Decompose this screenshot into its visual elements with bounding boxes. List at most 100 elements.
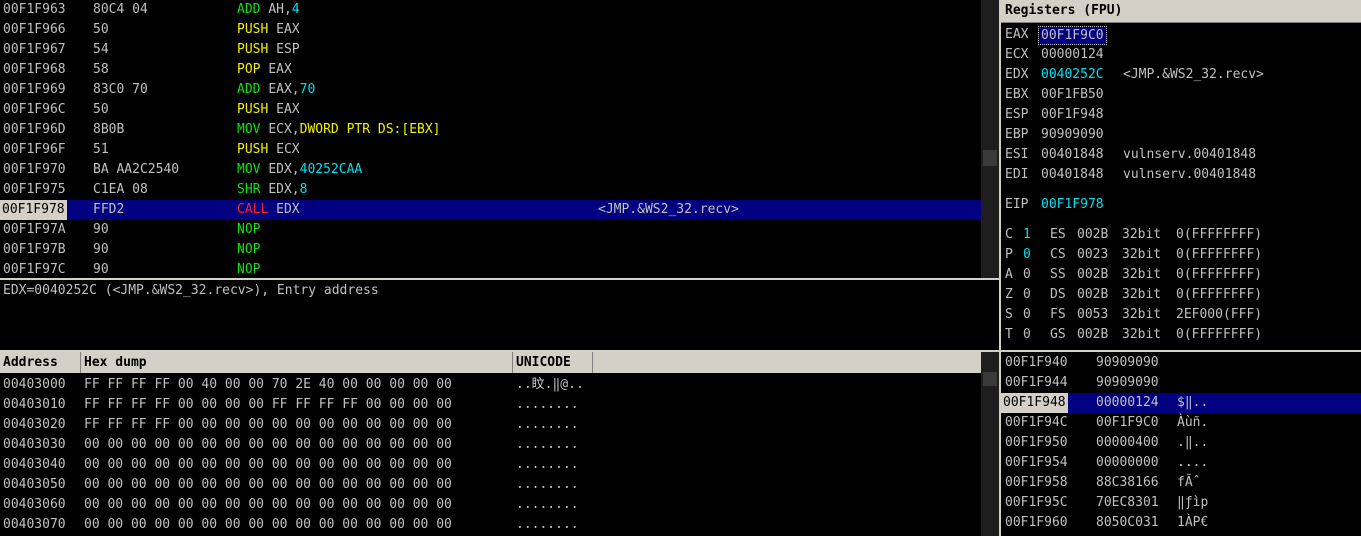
dump-row[interactable]: 00403040 00 00 00 00 00 00 00 00 00 00 00… bbox=[0, 455, 981, 475]
register-row-edx[interactable]: EDX 0040252C <JMP.&WS2_32.recv> bbox=[1005, 65, 1361, 85]
disasm-mnemonic: ADD bbox=[237, 82, 261, 97]
stack-row[interactable]: 00F1F958 88C38166 fÃˆ bbox=[1001, 473, 1361, 493]
dump-unicode: ........ bbox=[516, 397, 579, 412]
dump-row[interactable]: 00403000 FF FF FF FF 00 40 00 00 70 2E 40… bbox=[0, 375, 981, 395]
column-header-address[interactable]: Address bbox=[0, 352, 81, 373]
register-list[interactable]: EAX 00F1F9C0 ECX 00000124 EDX 0040252C <JMP.&W… bbox=[1001, 25, 1361, 345]
flag-row[interactable]: P 0 CS 0023 32bit 0(FFFFFFFF) bbox=[1005, 245, 1361, 265]
disassembly-scroll-thumb[interactable] bbox=[983, 150, 997, 166]
column-header-hex-dump[interactable]: Hex dump bbox=[81, 352, 513, 373]
dump-unicode: ........ bbox=[516, 517, 579, 532]
registers-title[interactable]: Registers (FPU) bbox=[1001, 0, 1361, 23]
stack-row[interactable]: 00F1F944 90909090 bbox=[1001, 373, 1361, 393]
flag-value[interactable]: 0 bbox=[1023, 285, 1031, 305]
dump-list[interactable]: 00403000 FF FF FF FF 00 40 00 00 70 2E 40… bbox=[0, 375, 981, 535]
stack-row[interactable]: 00F1F954 00000000.... bbox=[1001, 453, 1361, 473]
flag-row[interactable]: T 0 GS 002B 32bit 0(FFFFFFFF) bbox=[1005, 325, 1361, 345]
dump-row[interactable]: 00403070 00 00 00 00 00 00 00 00 00 00 00… bbox=[0, 515, 981, 535]
disasm-row[interactable]: 00F1F97C 90 NOP bbox=[0, 260, 981, 278]
flag-value[interactable]: 0 bbox=[1023, 265, 1031, 285]
register-value[interactable]: 0040252C bbox=[1041, 65, 1104, 85]
disasm-row[interactable]: 00F1F975 C1EA 08 SHR EDX,8 bbox=[0, 180, 981, 200]
disasm-row[interactable]: 00F1F968 58 POP EAX bbox=[0, 60, 981, 80]
dump-row[interactable]: 00403020 FF FF FF FF 00 00 00 00 00 00 00… bbox=[0, 415, 981, 435]
register-value[interactable]: 00401848 bbox=[1041, 145, 1104, 165]
register-value[interactable]: 90909090 bbox=[1041, 125, 1104, 145]
flag-value[interactable]: 0 bbox=[1023, 245, 1031, 265]
register-row-ebp[interactable]: EBP 90909090 bbox=[1005, 125, 1361, 145]
dump-scroll-thumb[interactable] bbox=[983, 372, 997, 386]
register-row-eax[interactable]: EAX 00F1F9C0 bbox=[1005, 25, 1361, 45]
dump-pane[interactable]: Address Hex dump UNICODE 00403000 FF FF F… bbox=[0, 352, 981, 536]
segment-selector[interactable]: 0053 bbox=[1077, 305, 1108, 325]
stack-row[interactable]: 00F1F95C 70EC8301 ‖ƒìp bbox=[1001, 493, 1361, 513]
register-value[interactable]: 00000124 bbox=[1041, 45, 1104, 65]
disassembly-pane[interactable]: 00F1F963 80C4 04 ADD AH,4 00F1F966 50 PUSH EA… bbox=[0, 0, 981, 278]
stack-row[interactable]: 00F1F94C 00F1F9C0 Àùñ. bbox=[1001, 413, 1361, 433]
segment-bits: 32bit bbox=[1122, 287, 1162, 302]
stack-row[interactable]: 00F1F950 00000400 .‖.. bbox=[1001, 433, 1361, 453]
dump-scrollbar[interactable] bbox=[981, 352, 999, 536]
segment-selector[interactable]: 002B bbox=[1077, 225, 1108, 245]
flag-row[interactable]: A 0 SS 002B 32bit 0(FFFFFFFF) bbox=[1005, 265, 1361, 285]
register-row-edi[interactable]: EDI 00401848 vulnserv.00401848 bbox=[1005, 165, 1361, 185]
column-header-unicode[interactable]: UNICODE bbox=[513, 352, 593, 373]
segment-selector[interactable]: 002B bbox=[1077, 325, 1108, 345]
dump-header: Address Hex dump UNICODE bbox=[0, 352, 981, 373]
flag-row[interactable]: Z 0 DS 002B 32bit 0(FFFFFFFF) bbox=[1005, 285, 1361, 305]
dump-row[interactable]: 00403030 00 00 00 00 00 00 00 00 00 00 00… bbox=[0, 435, 981, 455]
stack-pane[interactable]: 00F1F940 90909090 00F1F944 90909090 00F1F948… bbox=[1001, 352, 1361, 536]
flag-name: C bbox=[1005, 227, 1013, 242]
disasm-row[interactable]: 00F1F969 83C0 70 ADD EAX,70 bbox=[0, 80, 981, 100]
dump-unicode: ........ bbox=[516, 417, 579, 432]
info-text: EDX=0040252C (<JMP.&WS2_32.recv>), Entry… bbox=[3, 283, 379, 298]
segment-bits: 32bit bbox=[1122, 247, 1162, 262]
stack-row[interactable]: 00F1F948 00000124 $‖.. bbox=[1001, 393, 1361, 413]
register-name: ESP bbox=[1005, 107, 1029, 122]
disasm-row[interactable]: 00F1F978 FFD2 CALL EDX <JMP.&WS2_32.recv> bbox=[0, 200, 981, 220]
segment-selector[interactable]: 0023 bbox=[1077, 245, 1108, 265]
register-comment: vulnserv.00401848 bbox=[1123, 147, 1257, 162]
flag-value[interactable]: 1 bbox=[1023, 225, 1031, 245]
disasm-row[interactable]: 00F1F97B 90 NOP bbox=[0, 240, 981, 260]
stack-row[interactable]: 00F1F960 8050C031 1ÀP€ bbox=[1001, 513, 1361, 533]
disasm-row[interactable]: 00F1F967 54 PUSH ESP bbox=[0, 40, 981, 60]
disasm-row[interactable]: 00F1F970 BA AA2C2540 MOV EDX,40252CAA bbox=[0, 160, 981, 180]
disasm-row[interactable]: 00F1F96C 50 PUSH EAX bbox=[0, 100, 981, 120]
disasm-instruction: NOP bbox=[237, 220, 260, 240]
register-value[interactable]: 00F1F9C0 bbox=[1038, 26, 1107, 45]
disasm-row[interactable]: 00F1F97A 90 NOP bbox=[0, 220, 981, 240]
dump-row[interactable]: 00403060 00 00 00 00 00 00 00 00 00 00 00… bbox=[0, 495, 981, 515]
stack-row[interactable]: 00F1F940 90909090 bbox=[1001, 353, 1361, 373]
dump-unicode: ........ bbox=[516, 497, 579, 512]
segment-selector[interactable]: 002B bbox=[1077, 285, 1108, 305]
dump-row[interactable]: 00403050 00 00 00 00 00 00 00 00 00 00 00… bbox=[0, 475, 981, 495]
register-row-ebx[interactable]: EBX 00F1FB50 bbox=[1005, 85, 1361, 105]
disassembly-scrollbar[interactable] bbox=[981, 0, 999, 278]
register-value[interactable]: 00F1FB50 bbox=[1041, 85, 1104, 105]
stack-list[interactable]: 00F1F940 90909090 00F1F944 90909090 00F1F948… bbox=[1001, 353, 1361, 533]
disassembly-list[interactable]: 00F1F963 80C4 04 ADD AH,4 00F1F966 50 PUSH EA… bbox=[0, 0, 981, 278]
flag-value[interactable]: 0 bbox=[1023, 325, 1031, 345]
register-row-ecx[interactable]: ECX 00000124 bbox=[1005, 45, 1361, 65]
flag-row[interactable]: S 0 FS 0053 32bit 2EF000(FFF) bbox=[1005, 305, 1361, 325]
dump-row[interactable]: 00403010 FF FF FF FF 00 00 00 00 FF FF FF… bbox=[0, 395, 981, 415]
flag-row[interactable]: C 1 ES 002B 32bit 0(FFFFFFFF) bbox=[1005, 225, 1361, 245]
registers-pane[interactable]: Registers (FPU) EAX 00F1F9C0 ECX 00000124 ED… bbox=[1001, 0, 1361, 350]
segment-selector[interactable]: 002B bbox=[1077, 265, 1108, 285]
disasm-instruction: MOV EDX,40252CAA bbox=[237, 160, 362, 180]
register-row-esp[interactable]: ESP 00F1F948 bbox=[1005, 105, 1361, 125]
disasm-row[interactable]: 00F1F96F 51 PUSH ECX bbox=[0, 140, 981, 160]
flag-name: S bbox=[1005, 307, 1013, 322]
flag-value[interactable]: 0 bbox=[1023, 305, 1031, 325]
disasm-instruction: POP EAX bbox=[237, 60, 292, 80]
disasm-row[interactable]: 00F1F963 80C4 04 ADD AH,4 bbox=[0, 0, 981, 20]
register-row-eip[interactable]: EIP 00F1F978 bbox=[1005, 195, 1361, 215]
disasm-mnemonic: NOP bbox=[237, 222, 261, 237]
register-row-esi[interactable]: ESI 00401848 vulnserv.00401848 bbox=[1005, 145, 1361, 165]
disasm-row[interactable]: 00F1F966 50 PUSH EAX bbox=[0, 20, 981, 40]
register-value[interactable]: 00F1F978 bbox=[1041, 195, 1104, 215]
register-value[interactable]: 00F1F948 bbox=[1041, 105, 1104, 125]
register-value[interactable]: 00401848 bbox=[1041, 165, 1104, 185]
disasm-row[interactable]: 00F1F96D 8B0B MOV ECX,DWORD PTR DS:[EBX] bbox=[0, 120, 981, 140]
